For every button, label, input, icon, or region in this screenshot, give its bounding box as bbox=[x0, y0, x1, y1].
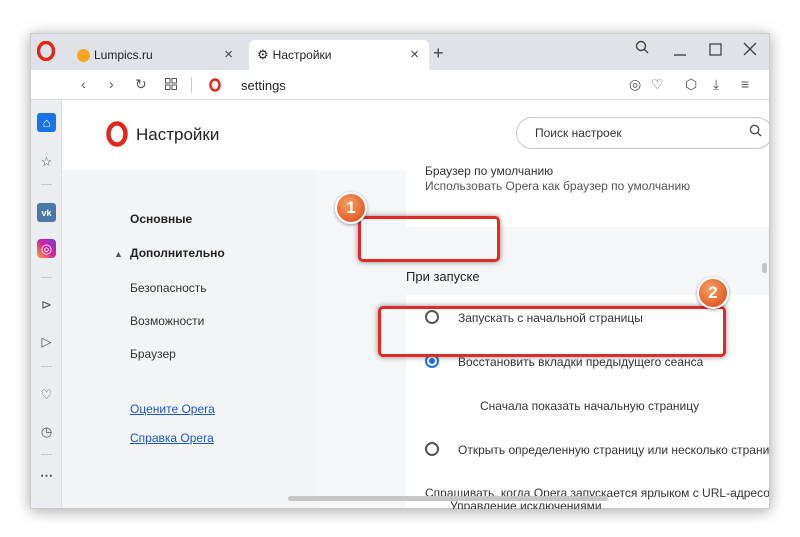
sidebar-separator bbox=[41, 277, 52, 278]
default-browser-description: Использовать Opera как браузер по умолча… bbox=[425, 179, 691, 193]
minimize-button[interactable] bbox=[673, 43, 687, 62]
instagram-icon[interactable]: ◎ bbox=[37, 239, 56, 258]
opera-sidebar: ⌂ ☆ vk ◎ ⊳ ▷ ♡ ◷ ⋯ bbox=[31, 100, 62, 508]
rate-opera-link[interactable]: Оцените Opera bbox=[130, 402, 215, 416]
tab-label: Lumpics.ru bbox=[94, 48, 153, 62]
tab-bar: Lumpics.ru × ⚙ Настройки × + bbox=[31, 34, 769, 70]
heart-icon[interactable]: ♡ bbox=[651, 76, 664, 93]
option-restore-tabs-label[interactable]: Восстановить вкладки предыдущего сеанса bbox=[458, 355, 703, 369]
tab-lumpics[interactable]: Lumpics.ru × bbox=[71, 40, 243, 70]
close-window-button[interactable] bbox=[743, 42, 757, 61]
gear-icon: ⚙ bbox=[257, 47, 269, 62]
settings-nav: Основные ▲ Дополнительно Безопасность Во… bbox=[62, 170, 317, 508]
tab-settings[interactable]: ⚙ Настройки × bbox=[249, 40, 429, 70]
cube-icon[interactable]: ⬡ bbox=[685, 76, 697, 93]
download-icon[interactable]: ⤓ bbox=[713, 76, 719, 93]
nav-security[interactable]: Безопасность bbox=[130, 281, 207, 295]
default-browser-title: Браузер по умолчанию bbox=[425, 164, 554, 178]
lumpics-favicon bbox=[77, 48, 90, 62]
back-icon[interactable]: ‹ bbox=[81, 76, 86, 92]
show-start-page-first[interactable]: Сначала показать начальную страницу bbox=[480, 399, 699, 413]
browser-window: Lumpics.ru × ⚙ Настройки × + ‹ › ↻ setti… bbox=[30, 33, 770, 509]
address-input[interactable]: settings bbox=[241, 78, 286, 93]
separator bbox=[191, 77, 192, 93]
new-tab-button[interactable]: + bbox=[433, 43, 444, 64]
nav-basic[interactable]: Основные bbox=[130, 212, 192, 226]
opera-help-link[interactable]: Справка Opera bbox=[130, 431, 214, 445]
history-icon[interactable]: ◷ bbox=[37, 422, 56, 441]
bookmark-star-icon[interactable]: ☆ bbox=[37, 152, 56, 171]
address-bar: ‹ › ↻ settings ◎ ♡ ⬡ ⤓ ≡ bbox=[31, 70, 769, 100]
horizontal-scrollbar[interactable] bbox=[288, 496, 608, 501]
play-icon[interactable]: ⊳ bbox=[37, 295, 56, 314]
sidebar-separator bbox=[41, 184, 52, 185]
highlight-startup-heading bbox=[358, 216, 500, 262]
forward-icon[interactable]: › bbox=[109, 76, 114, 92]
easy-setup-icon[interactable]: ≡ bbox=[741, 76, 749, 92]
vertical-scrollbar[interactable] bbox=[762, 263, 767, 273]
search-tabs-icon[interactable] bbox=[635, 40, 649, 59]
radio-open-specific-pages[interactable] bbox=[425, 442, 439, 456]
step-badge-2: 2 bbox=[697, 277, 729, 309]
opera-logo bbox=[106, 121, 128, 147]
tab-grid-icon[interactable] bbox=[165, 77, 177, 93]
settings-header: Настройки Поиск настроек bbox=[62, 100, 769, 170]
sidebar-separator bbox=[41, 366, 52, 367]
sidebar-separator bbox=[41, 454, 52, 455]
startup-heading: При запуске bbox=[406, 269, 480, 284]
search-placeholder: Поиск настроек bbox=[535, 126, 622, 140]
settings-page: Настройки Поиск настроек Основные ▲ Допо… bbox=[62, 100, 769, 508]
send-icon[interactable]: ▷ bbox=[37, 332, 56, 351]
nav-browser[interactable]: Браузер bbox=[130, 347, 176, 361]
option-open-specific-label[interactable]: Открыть определенную страницу или нескол… bbox=[458, 443, 769, 457]
vk-icon[interactable]: vk bbox=[37, 203, 56, 222]
close-tab-icon[interactable]: × bbox=[410, 46, 419, 63]
opera-logo[interactable] bbox=[37, 41, 55, 61]
close-tab-icon[interactable]: × bbox=[224, 46, 233, 63]
settings-search-input[interactable]: Поиск настроек bbox=[516, 117, 769, 149]
tab-label: Настройки bbox=[272, 48, 332, 62]
nav-advanced[interactable]: Дополнительно bbox=[130, 246, 225, 260]
highlight-restore-option bbox=[378, 306, 726, 357]
more-icon[interactable]: ⋯ bbox=[37, 466, 56, 485]
home-icon[interactable]: ⌂ bbox=[37, 113, 56, 132]
step-badge-1: 1 bbox=[335, 192, 367, 224]
heart-icon[interactable]: ♡ bbox=[37, 385, 56, 404]
maximize-button[interactable] bbox=[709, 43, 722, 61]
opera-page-icon bbox=[209, 78, 221, 92]
nav-features[interactable]: Возможности bbox=[130, 314, 204, 328]
search-icon bbox=[749, 124, 762, 140]
camera-icon[interactable]: ◎ bbox=[629, 76, 641, 93]
reload-icon[interactable]: ↻ bbox=[135, 76, 147, 93]
caret-up-icon: ▲ bbox=[114, 249, 123, 259]
page-title: Настройки bbox=[136, 125, 220, 144]
